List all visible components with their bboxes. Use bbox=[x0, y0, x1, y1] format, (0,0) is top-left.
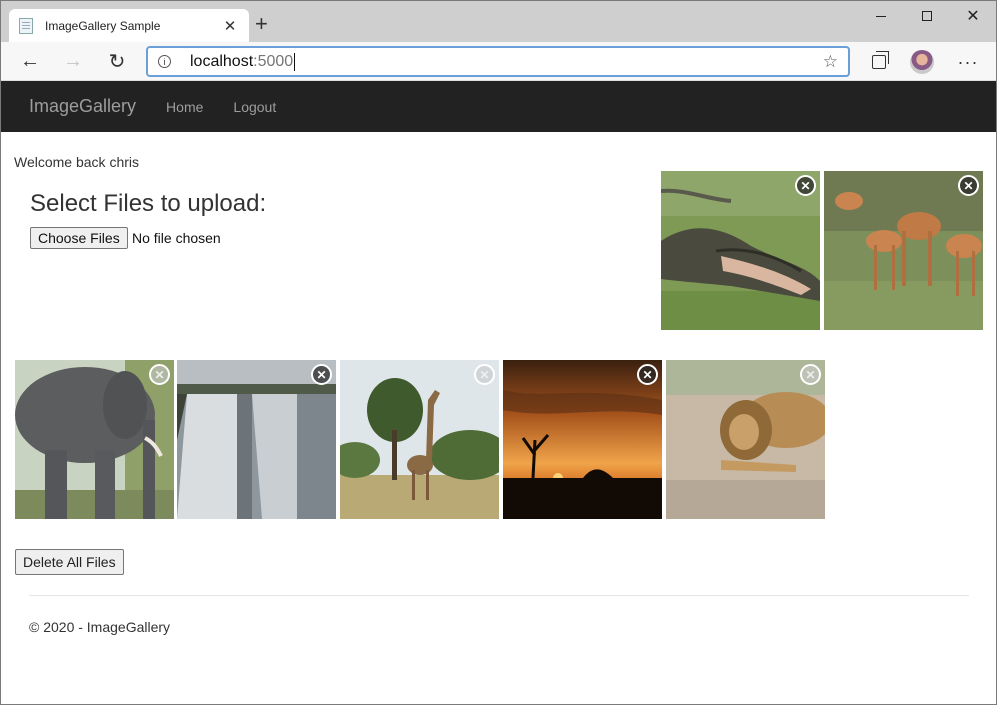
site-info-icon[interactable]: i bbox=[158, 55, 171, 68]
address-bar[interactable]: i localhost:5000 ☆ bbox=[146, 46, 850, 77]
nav-home-link[interactable]: Home bbox=[166, 99, 203, 115]
minimize-button[interactable] bbox=[858, 1, 904, 31]
impalas-photo bbox=[824, 171, 983, 330]
web-page: ImageGallery Home Logout Welcome back ch… bbox=[1, 81, 996, 704]
crocodile-photo bbox=[661, 171, 820, 330]
remove-image-icon[interactable]: ✕ bbox=[311, 364, 332, 385]
delete-all-files-button[interactable]: Delete All Files bbox=[15, 549, 124, 575]
browser-toolbar: ← → ↻ i localhost:5000 ☆ ··· bbox=[1, 42, 996, 81]
tab-title: ImageGallery Sample bbox=[45, 18, 161, 33]
upload-heading: Select Files to upload: bbox=[30, 190, 267, 217]
brand-link[interactable]: ImageGallery bbox=[29, 96, 136, 117]
tab-close-icon[interactable]: ✕ bbox=[221, 17, 239, 35]
giraffe-photo bbox=[340, 360, 499, 519]
collections-icon bbox=[872, 51, 889, 69]
collections-button[interactable] bbox=[867, 50, 891, 74]
gallery-image-impalas[interactable]: ✕ bbox=[824, 171, 983, 330]
page-favicon-icon bbox=[19, 17, 33, 34]
back-button[interactable]: ← bbox=[17, 48, 43, 74]
welcome-message: Welcome back chris bbox=[14, 154, 140, 170]
remove-image-icon[interactable]: ✕ bbox=[795, 175, 816, 196]
gallery-image-sunset[interactable]: ✕ bbox=[503, 360, 662, 519]
file-input-status: No file chosen bbox=[132, 230, 221, 246]
app-navbar: ImageGallery Home Logout bbox=[1, 81, 996, 132]
browser-window: ImageGallery Sample ✕ + ✕ ← → ↻ i localh… bbox=[0, 0, 997, 705]
gallery-image-waterfall[interactable]: ✕ bbox=[177, 360, 336, 519]
elephant-photo bbox=[15, 360, 174, 519]
more-menu-button[interactable]: ··· bbox=[956, 50, 980, 74]
new-tab-button[interactable]: + bbox=[255, 13, 268, 35]
reload-button[interactable]: ↻ bbox=[104, 48, 130, 74]
address-port: :5000 bbox=[253, 52, 294, 70]
remove-image-icon[interactable]: ✕ bbox=[637, 364, 658, 385]
profile-avatar[interactable] bbox=[910, 50, 934, 74]
forward-button[interactable]: → bbox=[60, 48, 86, 74]
close-window-button[interactable]: ✕ bbox=[950, 1, 996, 31]
remove-image-icon[interactable]: ✕ bbox=[958, 175, 979, 196]
tab-bar: ImageGallery Sample ✕ + ✕ bbox=[1, 1, 996, 42]
maximize-button[interactable] bbox=[904, 1, 950, 31]
gallery-image-elephant[interactable]: ✕ bbox=[15, 360, 174, 519]
choose-files-button[interactable]: Choose Files bbox=[30, 227, 128, 249]
footer-text: © 2020 - ImageGallery bbox=[29, 619, 171, 635]
remove-image-icon[interactable]: ✕ bbox=[149, 364, 170, 385]
gallery-image-giraffe[interactable]: ✕ bbox=[340, 360, 499, 519]
remove-image-icon[interactable]: ✕ bbox=[474, 364, 495, 385]
maximize-icon bbox=[922, 11, 932, 21]
minimize-icon bbox=[876, 15, 886, 17]
address-host: localhost bbox=[190, 52, 254, 70]
lion-photo bbox=[666, 360, 825, 519]
browser-tab[interactable]: ImageGallery Sample ✕ bbox=[9, 9, 249, 42]
favorite-star-icon[interactable]: ☆ bbox=[823, 52, 838, 72]
waterfall-photo bbox=[177, 360, 336, 519]
gallery-image-lion[interactable]: ✕ bbox=[666, 360, 825, 519]
remove-image-icon[interactable]: ✕ bbox=[800, 364, 821, 385]
footer-divider bbox=[29, 595, 969, 596]
text-caret bbox=[294, 52, 296, 71]
nav-logout-link[interactable]: Logout bbox=[233, 99, 276, 115]
sunset-photo bbox=[503, 360, 662, 519]
gallery-image-crocodile[interactable]: ✕ bbox=[661, 171, 820, 330]
close-icon: ✕ bbox=[966, 8, 980, 25]
